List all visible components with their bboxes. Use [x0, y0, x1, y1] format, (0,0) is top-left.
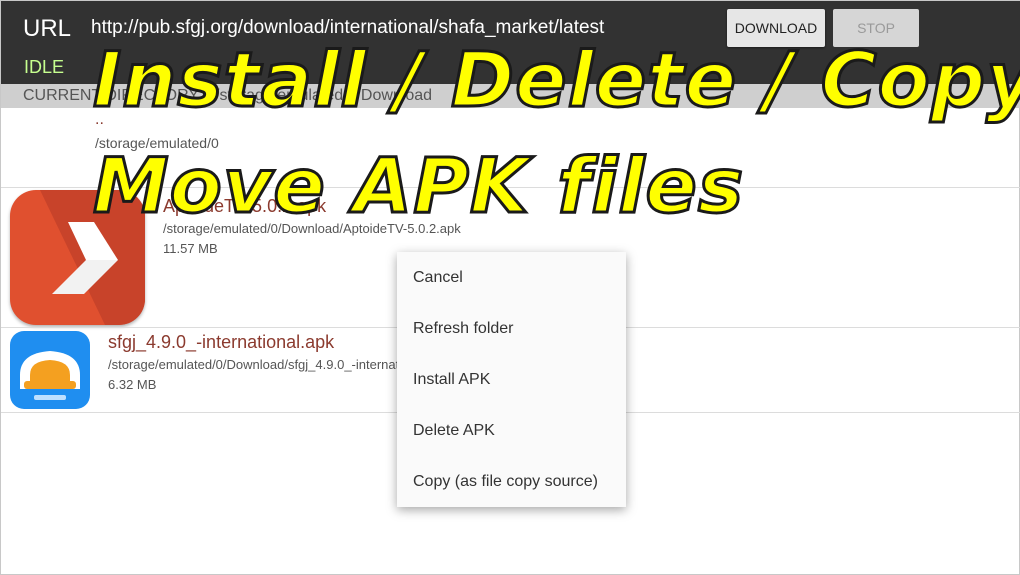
url-label: URL [23, 15, 72, 42]
menu-item-delete-apk[interactable]: Delete APK [397, 405, 626, 456]
file-size: 6.32 MB [108, 377, 157, 392]
sofa-app-icon [10, 331, 90, 409]
overlay-headline: Install / Delete / Copy [92, 34, 1020, 126]
menu-item-install-apk[interactable]: Install APK [397, 354, 626, 405]
context-menu: Cancel Refresh folder Install APK Delete… [397, 252, 626, 507]
file-size: 11.57 MB [163, 241, 218, 256]
file-name: sfgj_4.9.0_-international.apk [108, 332, 335, 352]
menu-item-cancel[interactable]: Cancel [397, 252, 626, 303]
overlay-subheadline: Move APK files [91, 140, 745, 232]
menu-item-refresh-folder[interactable]: Refresh folder [397, 303, 626, 354]
menu-item-copy-source[interactable]: Copy (as file copy source) [397, 456, 626, 507]
status-text: IDLE [24, 57, 65, 77]
